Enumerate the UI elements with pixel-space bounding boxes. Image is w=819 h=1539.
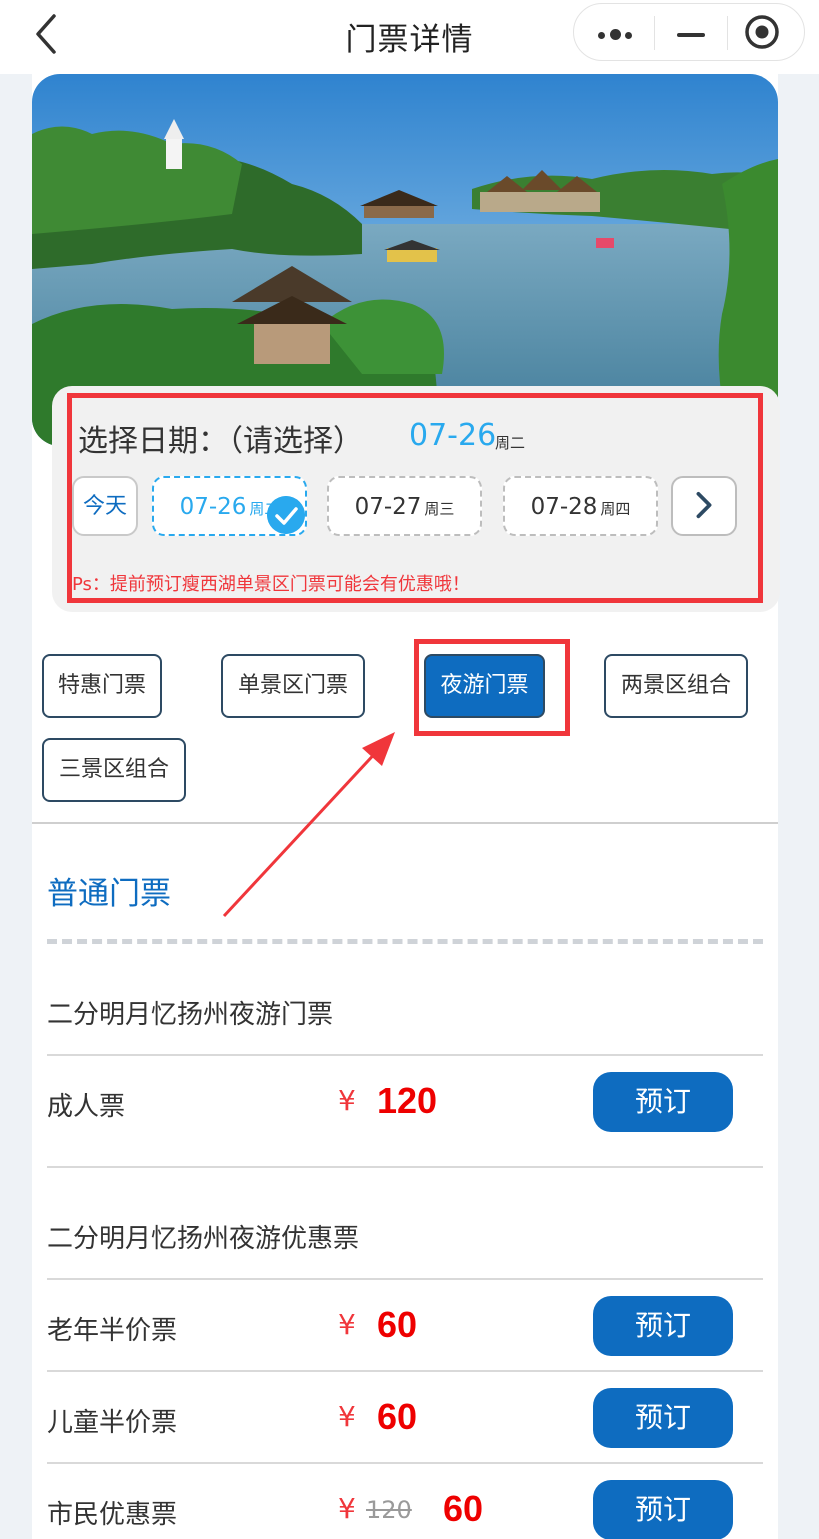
book-button[interactable]: 预订 [593,1072,733,1132]
section-title: 普通门票 [47,876,171,912]
divider [47,1278,763,1280]
ticket-price: 60 [377,1304,418,1345]
ticket-group-title: 二分明月忆扬州夜游优惠票 [47,1224,360,1254]
currency-symbol: ¥ [338,1084,356,1117]
tab-three-area-combo[interactable]: 三景区组合 [42,738,186,802]
ticket-name: 市民优惠票 [47,1500,178,1530]
book-button[interactable]: 预订 [593,1388,733,1448]
tab-single-area-tickets[interactable]: 单景区门票 [221,654,365,718]
minimize-icon[interactable] [677,33,705,37]
ticket-price: 60 [443,1488,484,1529]
ticket-name: 老年半价票 [47,1316,178,1346]
more-dots-icon[interactable] [596,29,636,41]
date-chip-weekday: 周三 [424,500,455,518]
ticket-name: 儿童半价票 [47,1408,178,1438]
divider [47,1166,763,1168]
date-chip-weekday: 周四 [600,500,631,518]
date-picker-label: 选择日期：（请选择） [78,424,363,459]
date-chip[interactable]: 07-26 周二 [152,476,307,536]
divider [47,1370,763,1372]
promo-note: Ps：提前预订瘦西湖单景区门票可能会有优惠哦！ [72,574,470,595]
ticket-group-title: 二分明月忆扬州夜游门票 [47,1000,334,1030]
date-chip-date: 07-27 [354,494,422,520]
date-chip[interactable]: 07-28 周四 [503,476,658,536]
navigation-bar: 门票详情 [0,0,819,74]
tab-two-area-combo[interactable]: 两景区组合 [604,654,748,718]
record-circle-icon[interactable] [744,14,780,50]
ticket-price: 60 [377,1396,418,1437]
ticket-name: 成人票 [47,1092,126,1122]
date-chip-date: 07-26 [179,494,247,520]
today-chip[interactable]: 今天 [72,476,138,536]
divider [47,1054,763,1056]
selected-date: 07-26 [409,418,497,453]
selected-weekday: 周二 [495,434,526,452]
currency-symbol: ¥ [338,1400,356,1433]
book-button[interactable]: 预订 [593,1480,733,1539]
date-chip[interactable]: 07-27 周三 [327,476,482,536]
divider [32,822,778,824]
currency-symbol: ¥ [338,1308,356,1341]
tab-special-tickets[interactable]: 特惠门票 [42,654,162,718]
check-icon [267,496,305,534]
next-dates-button[interactable] [671,476,737,536]
book-button[interactable]: 预订 [593,1296,733,1356]
dashed-divider [47,939,763,944]
date-chip-date: 07-28 [530,494,598,520]
divider [47,1462,763,1464]
currency-symbol: ¥ [338,1492,356,1525]
chevron-right-icon [696,492,712,519]
ticket-price: 120 [377,1080,438,1121]
original-price: 120 [366,1496,412,1524]
annotation-box-tab [414,639,570,736]
